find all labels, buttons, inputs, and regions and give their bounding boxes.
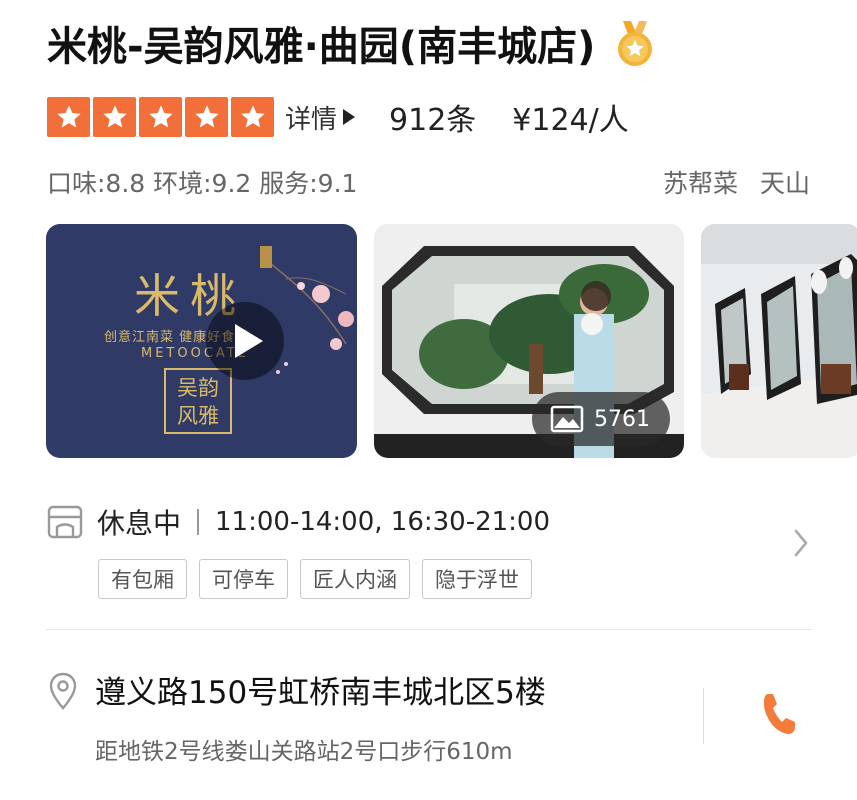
star-rating: [47, 97, 274, 137]
logo-stamp-line1: 吴韵: [177, 376, 219, 400]
feature-tag[interactable]: 匠人内涵: [300, 559, 410, 599]
triangle-right-icon: [343, 109, 356, 125]
hours-row[interactable]: 休息中 11:00-14:00, 16:30-21:00: [47, 502, 550, 542]
play-icon: [235, 324, 263, 358]
sub-scores: 口味:8.8 环境:9.2 服务:9.1: [47, 169, 358, 198]
category-label[interactable]: 苏帮菜: [663, 164, 738, 200]
detail-label: 详情: [285, 104, 338, 135]
logo-stamp-line2: 风雅: [177, 404, 219, 428]
star-icon: [231, 97, 274, 137]
location-pin-icon: [49, 672, 77, 710]
gallery-photo[interactable]: [701, 224, 857, 458]
play-button[interactable]: [206, 302, 284, 380]
district-label[interactable]: 天山: [760, 164, 810, 200]
rating-row: 详情 912条 ¥124/人: [47, 95, 629, 139]
chevron-right-icon[interactable]: [793, 528, 809, 558]
star-icon: [93, 97, 136, 137]
logo-stamp: 吴韵 风雅: [164, 368, 232, 434]
photo-gallery[interactable]: 米桃 创意江南菜 健康好食材 METOOCATE 吴韵 风雅 5761: [0, 224, 857, 458]
rating-detail-link[interactable]: 详情: [285, 99, 356, 136]
star-icon: [139, 97, 182, 137]
address: 遵义路150号虹桥南丰城北区5楼: [95, 675, 546, 711]
business-hours: 11:00-14:00, 16:30-21:00: [215, 507, 551, 537]
gallery-photo[interactable]: 5761: [374, 224, 684, 458]
feature-tags: 有包厢 可停车 匠人内涵 隐于浮世: [98, 559, 532, 599]
address-row[interactable]: 遵义路150号虹桥南丰城北区5楼: [47, 671, 546, 715]
open-status: 休息中: [97, 507, 182, 540]
section-divider: [46, 629, 812, 630]
category-tags: 苏帮菜 天山: [663, 164, 810, 200]
review-count[interactable]: 912条: [389, 95, 476, 139]
storefront-icon: [47, 505, 83, 539]
star-icon: [185, 97, 228, 137]
photo-count-badge[interactable]: 5761: [532, 392, 670, 446]
title-row: 米桃-吴韵风雅·曲园(南丰城店): [47, 14, 655, 72]
star-icon: [47, 97, 90, 137]
price-per-person: ¥124/人: [512, 103, 629, 138]
divider: [197, 509, 200, 535]
divider: [703, 688, 704, 744]
image-icon: [550, 405, 584, 433]
medal-icon[interactable]: [615, 19, 655, 67]
subway-distance: 距地铁2号线娄山关路站2号口步行610m: [95, 739, 513, 765]
photo-count: 5761: [594, 406, 650, 432]
feature-tag[interactable]: 隐于浮世: [422, 559, 532, 599]
video-thumbnail[interactable]: 米桃 创意江南菜 健康好食材 METOOCATE 吴韵 风雅: [46, 224, 357, 458]
feature-tag[interactable]: 可停车: [199, 559, 288, 599]
phone-icon[interactable]: [758, 690, 798, 738]
feature-tag[interactable]: 有包厢: [98, 559, 187, 599]
shop-name: 米桃-吴韵风雅·曲园(南丰城店): [47, 24, 596, 70]
